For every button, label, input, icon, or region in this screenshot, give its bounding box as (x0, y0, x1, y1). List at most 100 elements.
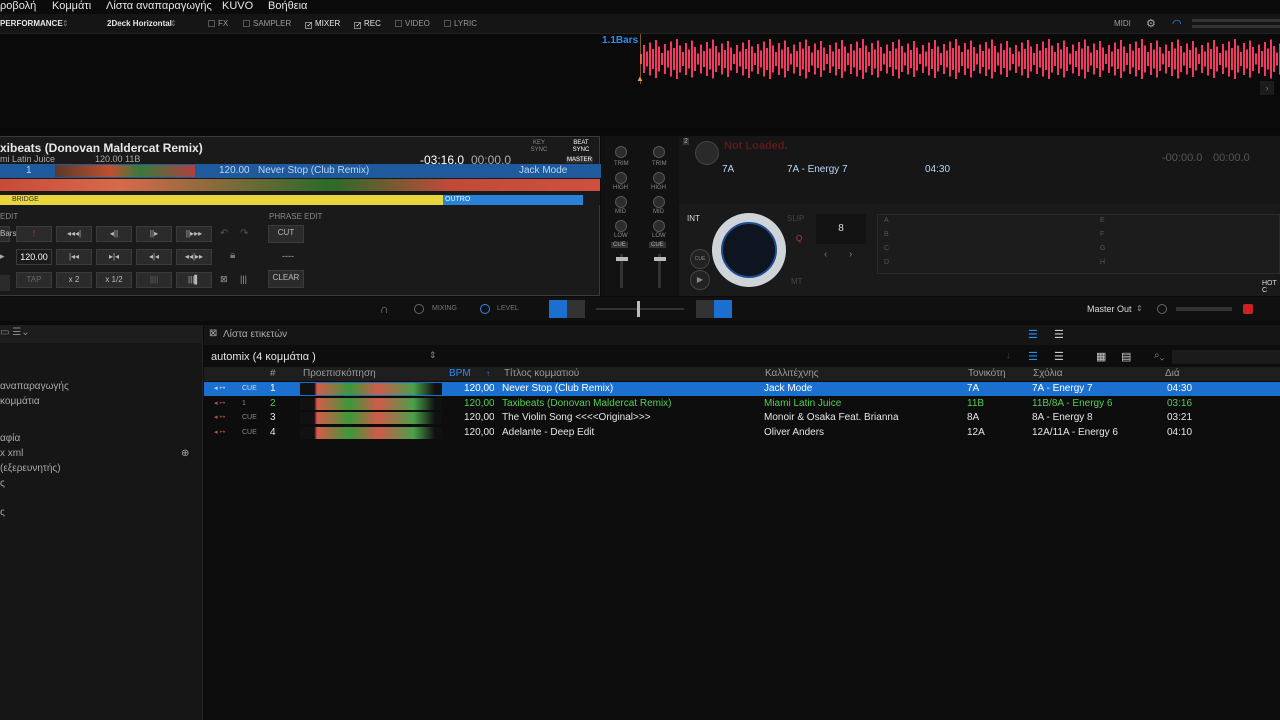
row-preview-waveform[interactable] (300, 426, 442, 439)
table-row[interactable]: ◂ ↦ CUE 4 120,00 Adelante - Deep Edit Oliver … (204, 426, 1280, 440)
scroll-right-icon[interactable]: › (1260, 81, 1274, 95)
jog-wheel[interactable] (712, 213, 786, 287)
beat-grid-icon[interactable]: ||| (240, 274, 247, 284)
headphones-icon[interactable]: ◠ (1172, 14, 1182, 34)
menu-kuvo[interactable]: KUVO (222, 0, 253, 13)
int-button[interactable]: INT (687, 214, 700, 223)
menu-help[interactable]: Βοήθεια (268, 0, 307, 13)
hotcue-d[interactable]: D (884, 259, 889, 266)
col-key[interactable]: Τονικότη (968, 367, 1006, 381)
hotcue-e[interactable]: E (1100, 217, 1105, 224)
tempo-field[interactable]: 120.00 (16, 249, 52, 265)
shift-right-icon[interactable]: ◂◂|▸▸ (176, 249, 212, 265)
sidebar-item-7[interactable]: ς (0, 506, 5, 520)
fx-toggle[interactable]: FX (208, 14, 228, 34)
beat-back-icon[interactable]: ◂|| (96, 226, 132, 242)
sampler-toggle[interactable]: SAMPLER (243, 14, 291, 34)
master-level-knob[interactable] (1157, 304, 1167, 314)
col-time[interactable]: Διά (1165, 367, 1180, 381)
row-preview-waveform[interactable] (300, 383, 442, 395)
master-tempo-button[interactable]: MT (791, 277, 803, 286)
shift-back-icon[interactable]: ◂|◂ (136, 249, 172, 265)
lyric-toggle[interactable]: LYRIC (444, 14, 477, 34)
high-knob-1[interactable] (615, 172, 627, 184)
key-sync-button[interactable]: KEY SYNC (528, 140, 550, 154)
master-out-select[interactable]: Master Out (1087, 297, 1132, 321)
record-icon[interactable] (1243, 304, 1253, 314)
sidebar-item-playlists[interactable]: αναπαραγωγής (0, 380, 69, 394)
crossfader-track[interactable] (596, 308, 684, 310)
sort-icon[interactable]: ↓ (1006, 350, 1011, 360)
beat-jump-forward-icon[interactable]: › (849, 249, 852, 260)
shift-left-icon[interactable]: |◂◂ (56, 249, 92, 265)
clear-button[interactable]: CLEAR (268, 270, 304, 288)
gear-icon[interactable]: ⚙ (1146, 14, 1156, 34)
menu-view[interactable]: ροβολή (0, 0, 36, 13)
col-comment[interactable]: Σχόλια (1033, 367, 1063, 381)
hotcue-f[interactable]: F (1100, 231, 1104, 238)
play-icon[interactable]: ▶ (690, 270, 710, 290)
detail-view-icon[interactable]: ☰ (1054, 328, 1064, 341)
low-knob-1[interactable] (615, 220, 627, 232)
sidebar-item-6[interactable]: ς (0, 477, 5, 491)
half-button[interactable]: x 1/2 (96, 272, 132, 288)
row-view-icon[interactable]: ☰ (1054, 350, 1064, 363)
sidebar-item-explorer[interactable]: (εξερευνητής) (0, 462, 61, 476)
grid-view-icon[interactable]: ▦ (1096, 350, 1106, 363)
add-icon[interactable]: ⊕ (181, 448, 189, 459)
hotcue-a[interactable]: A (884, 217, 889, 224)
beat-back-fast-icon[interactable]: ◂◂◂| (56, 226, 92, 242)
playlist-title[interactable]: automix (4 κομμάτια ) (211, 351, 316, 363)
mixer-toggle[interactable]: ✓ MIXER (305, 14, 340, 34)
layout-chevron-icon[interactable]: ⇕ (170, 14, 177, 34)
enlarged-waveform[interactable]: 1.1Bars ▲ › (0, 34, 1280, 134)
low-knob-2[interactable] (653, 220, 665, 232)
mixer-checkbox[interactable]: ✓ (305, 22, 312, 29)
sidebar-item-tracks[interactable]: κομμάτια (0, 395, 40, 409)
memory-alert-icon[interactable]: ! (16, 226, 52, 242)
undo-icon[interactable]: ↶ (220, 228, 228, 239)
sidebar-view-icon[interactable]: ▭ ☰⌄ (0, 327, 30, 338)
col-artist[interactable]: Καλλιτέχνης (765, 367, 819, 381)
table-row[interactable]: ◂ ↦ CUE 1 120,00 Never Stop (Club Remix) Jack… (204, 382, 1280, 396)
redo-icon[interactable]: ↷ (240, 228, 248, 239)
cue-button[interactable]: CUE (690, 249, 710, 269)
tag-list-icon[interactable]: ⊠ (209, 328, 217, 339)
col-preview[interactable]: Προεπισκόπηση (303, 367, 376, 381)
mid-knob-2[interactable] (653, 196, 665, 208)
search-input[interactable] (1172, 350, 1280, 364)
master-out-chevron-icon[interactable]: ⇕ (1136, 297, 1143, 321)
artwork-view-icon[interactable]: ▤ (1121, 350, 1131, 363)
col-title[interactable]: Τίτλος κομματιού (504, 367, 579, 381)
layout-select[interactable]: 2Deck Horizontal (107, 14, 172, 34)
grid-adjust-icon[interactable]: |||▌ (176, 272, 212, 288)
fader-handle-1[interactable] (616, 257, 628, 261)
fx-checkbox[interactable] (208, 20, 215, 27)
sidebar-item-folder[interactable]: αφία (0, 432, 20, 446)
mode-chevron-icon[interactable]: ⇕ (62, 14, 69, 34)
beat-jump-back-icon[interactable]: ‹ (824, 249, 827, 260)
video-checkbox[interactable] (395, 20, 402, 27)
bars-button[interactable]: Bars (0, 226, 16, 242)
sampler-checkbox[interactable] (243, 20, 250, 27)
tap-button[interactable]: TAP (16, 272, 52, 288)
fader-handle-2[interactable] (654, 257, 666, 261)
shift-step-icon[interactable]: ▸|◂ (96, 249, 132, 265)
beat-jump-value[interactable]: 8 (816, 214, 866, 244)
hotcue-b[interactable]: B (884, 231, 889, 238)
metronome-icon[interactable]: ⊠ (220, 274, 228, 285)
left-edge-button[interactable] (0, 275, 10, 291)
grid-button-icon[interactable]: |||| (136, 272, 172, 288)
trim-knob-2[interactable] (653, 146, 665, 158)
rec-toggle[interactable]: ✓ REC (354, 14, 381, 34)
headphones-cue-icon[interactable]: ∩ (380, 297, 389, 321)
rec-checkbox[interactable]: ✓ (354, 22, 361, 29)
beat-forward-fast-icon[interactable]: ||▸▸▸ (176, 226, 212, 242)
hotcue-h[interactable]: H (1100, 259, 1105, 266)
hotcue-g[interactable]: G (1100, 245, 1105, 252)
double-button[interactable]: x 2 (56, 272, 92, 288)
beat-forward-icon[interactable]: ||▸ (136, 226, 172, 242)
lock-icon[interactable]: 🔒︎ (230, 250, 235, 261)
mid-knob-1[interactable] (615, 196, 627, 208)
col-bpm[interactable]: BPM (449, 367, 471, 381)
